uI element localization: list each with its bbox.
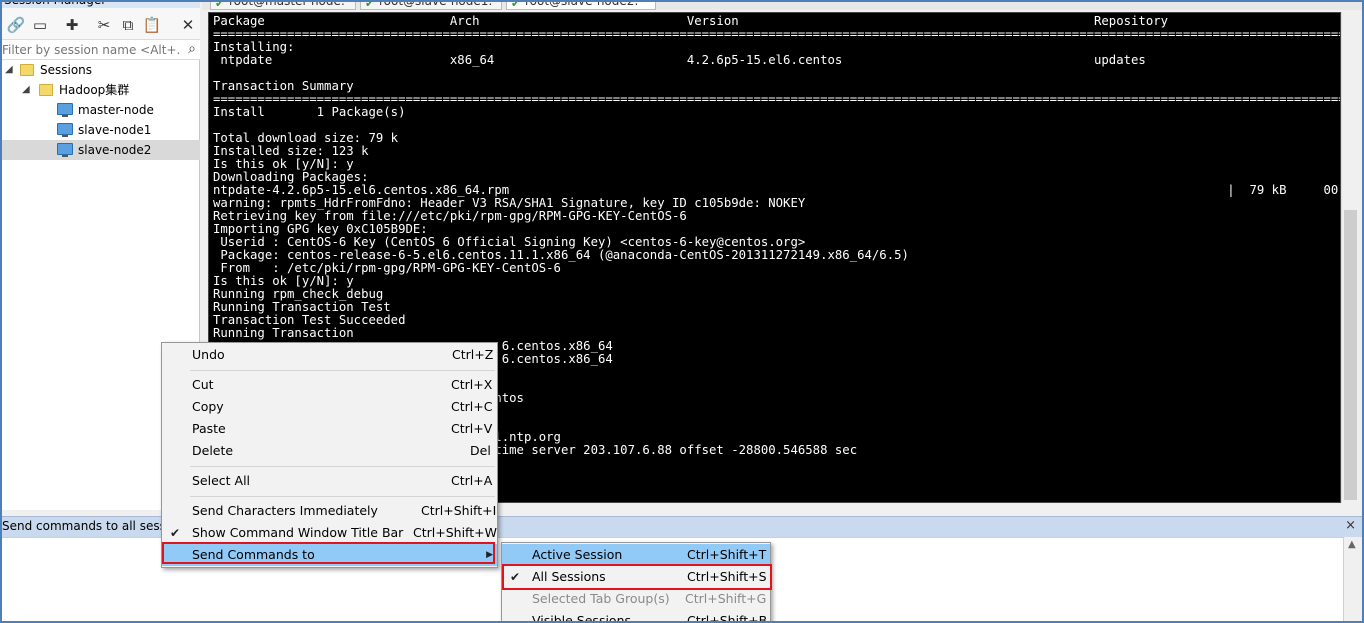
session-tab-bar: ✔ root@master-node: ✔ root@slave-node1: … (202, 0, 1364, 10)
expand-arrow-icon[interactable]: ◢ (5, 60, 13, 80)
paste-icon[interactable]: 📋 (142, 15, 162, 35)
menu-item-label: Select All (192, 473, 251, 488)
tree-item-label: slave-node2 (78, 143, 152, 157)
tree-item-label: master-node (78, 103, 154, 117)
menu-item-shortcut: Ctrl+Shift+G (685, 591, 767, 606)
tab-label: root@slave-node1: (379, 0, 493, 8)
submenu-item-active-session[interactable]: Active Session Ctrl+Shift+T (502, 544, 770, 566)
session-filter: ⌕ (0, 40, 200, 60)
menu-item-shortcut: Ctrl+Shift+B (687, 613, 768, 623)
tab-master-node[interactable]: ✔ root@master-node: (210, 0, 356, 10)
menu-item-label: Undo (192, 347, 225, 362)
scrollbar-thumb[interactable] (1344, 210, 1357, 500)
menu-item-send-characters-immediately[interactable]: Send Characters Immediately Ctrl+Shift+I (162, 500, 497, 522)
menu-item-undo[interactable]: Undo Ctrl+Z (162, 344, 497, 366)
menu-separator (190, 496, 495, 497)
folder-icon (39, 84, 53, 96)
menu-item-delete[interactable]: Delete Del (162, 440, 497, 462)
menu-item-shortcut: Ctrl+Shift+I (421, 503, 497, 518)
menu-item-shortcut: Ctrl+A (451, 473, 493, 488)
menu-separator (190, 466, 495, 467)
check-icon: ✔ (170, 526, 181, 540)
tree-item-master-node[interactable]: master-node (0, 100, 200, 120)
scroll-up-arrow-icon[interactable]: ▲ (1348, 539, 1356, 550)
monitor-icon (57, 123, 73, 137)
session-manager-title: Session Manager (0, 0, 200, 8)
tree-item-hadoop-group[interactable]: ◢ Hadoop集群 (0, 80, 200, 100)
menu-item-label: Delete (192, 443, 234, 458)
tree-item-label: Hadoop集群 (59, 83, 130, 97)
copy-icon[interactable]: ⧉ (118, 15, 138, 35)
folder-icon (20, 64, 34, 76)
menu-item-paste[interactable]: Paste Ctrl+V (162, 418, 497, 440)
tree-item-label: slave-node1 (78, 123, 152, 137)
cut-icon[interactable]: ✂ (94, 15, 114, 35)
tree-item-sessions[interactable]: ◢ Sessions (0, 60, 200, 80)
menu-item-label: Selected Tab Group(s) (532, 591, 670, 606)
connected-check-icon: ✔ (365, 0, 375, 10)
menu-item-cut[interactable]: Cut Ctrl+X (162, 374, 497, 396)
menu-item-label: Cut (192, 377, 214, 392)
menu-item-label: Active Session (532, 547, 623, 562)
annotation-highlight-all-sessions (502, 564, 772, 590)
session-filter-input[interactable] (2, 41, 180, 59)
tree-item-slave-node1[interactable]: slave-node1 (0, 120, 200, 140)
menu-item-shortcut: Ctrl+Z (452, 347, 494, 362)
tab-slave-node2[interactable]: ✔ root@slave-node2: (506, 0, 656, 10)
annotation-highlight-send-commands-to (162, 542, 495, 564)
connected-check-icon: ✔ (511, 0, 521, 10)
menu-item-label: Show Command Window Title Bar (192, 525, 404, 540)
monitor-icon (57, 103, 73, 117)
close-icon[interactable]: × (1345, 518, 1356, 533)
add-icon[interactable]: ✚ (62, 15, 82, 35)
submenu-item-selected-tab-groups[interactable]: Selected Tab Group(s) Ctrl+Shift+G (502, 588, 770, 610)
tab-label: root@slave-node2: (525, 0, 639, 8)
link-icon[interactable]: 🔗 (6, 15, 26, 35)
menu-item-shortcut: Del (470, 443, 491, 458)
menu-item-show-command-window-title-bar[interactable]: ✔ Show Command Window Title Bar Ctrl+Shi… (162, 522, 497, 544)
tab-slave-node1[interactable]: ✔ root@slave-node1: (360, 0, 502, 10)
menu-item-label: Copy (192, 399, 224, 414)
menu-separator (190, 370, 495, 371)
submenu-item-visible-sessions[interactable]: Visible Sessions Ctrl+Shift+B (502, 610, 770, 623)
menu-item-shortcut: Ctrl+Shift+T (687, 547, 767, 562)
menu-item-shortcut: Ctrl+X (451, 377, 493, 392)
menu-item-label: Visible Sessions (532, 613, 632, 623)
session-toolbar: 🔗 ▭ ✚ ✂ ⧉ 📋 ✕ (0, 8, 200, 40)
menu-item-shortcut: Ctrl+V (451, 421, 493, 436)
terminal-scrollbar[interactable] (1341, 12, 1358, 503)
context-menu: Undo Ctrl+Z Cut Ctrl+X Copy Ctrl+C Paste… (161, 342, 498, 568)
tab-label: root@master-node: (229, 0, 345, 8)
search-icon[interactable]: ⌕ (188, 41, 196, 57)
tree-item-slave-node2[interactable]: slave-node2 (0, 140, 200, 160)
menu-item-copy[interactable]: Copy Ctrl+C (162, 396, 497, 418)
delete-icon[interactable]: ✕ (178, 15, 198, 35)
window-icon[interactable]: ▭ (30, 15, 50, 35)
expand-arrow-icon[interactable]: ◢ (22, 80, 30, 100)
connected-check-icon: ✔ (215, 0, 225, 10)
monitor-icon (57, 143, 73, 157)
send-commands-scrollbar[interactable]: ▲ (1344, 537, 1364, 623)
menu-item-shortcut: Ctrl+C (451, 399, 493, 414)
menu-item-label: Paste (192, 421, 226, 436)
menu-item-select-all[interactable]: Select All Ctrl+A (162, 470, 497, 492)
tree-item-label: Sessions (40, 63, 93, 77)
menu-item-shortcut: Ctrl+Shift+W (413, 525, 497, 540)
menu-item-label: Send Characters Immediately (192, 503, 378, 518)
